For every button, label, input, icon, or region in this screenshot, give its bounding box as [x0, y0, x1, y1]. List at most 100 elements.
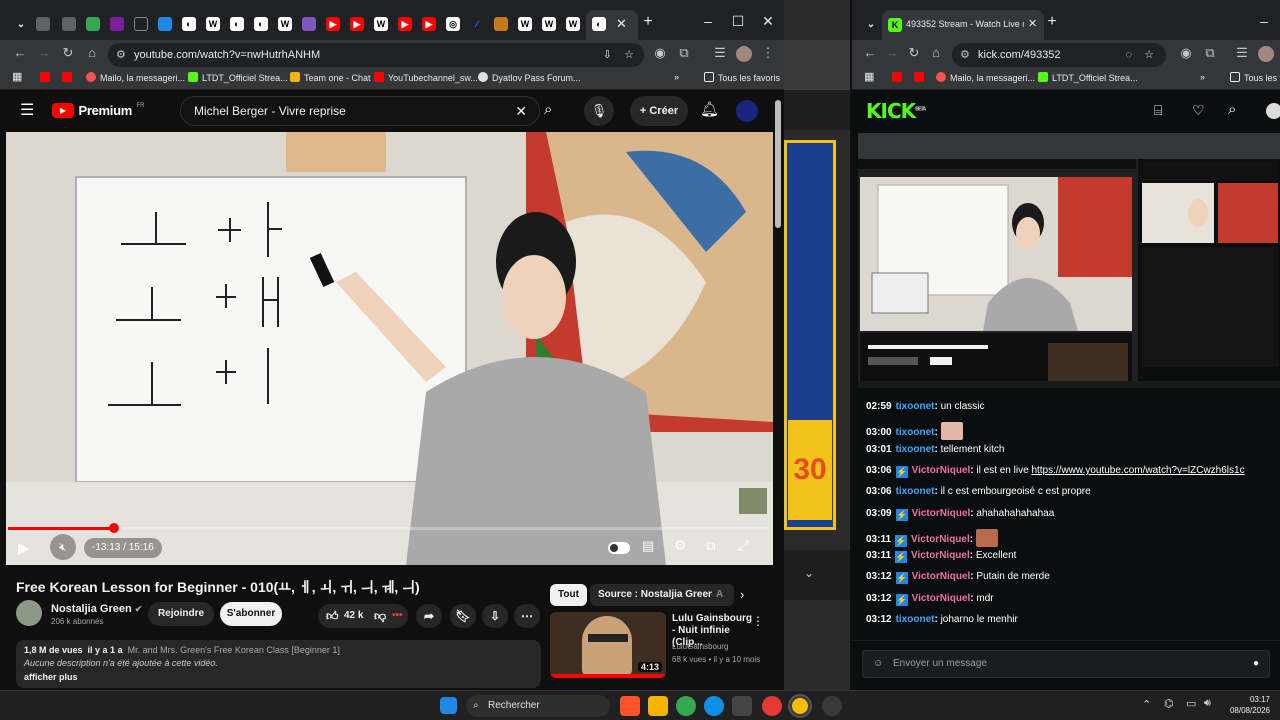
voice-search-icon[interactable]: 🎙︎: [584, 96, 614, 126]
youtube-premium-logo[interactable]: ▶ Premium FR: [52, 103, 144, 119]
back-icon[interactable]: ←: [862, 45, 878, 60]
playlist-link[interactable]: Mr. and Mrs. Green's Free Korean Class […: [128, 645, 340, 655]
description-box[interactable]: 1,8 M de vues il y a 1 a Mr. and Mrs. Gr…: [16, 640, 541, 688]
chat-username[interactable]: VictorNiquel: [912, 593, 971, 604]
rec-thumbnail[interactable]: 4:13: [550, 612, 666, 678]
bookmark-mailo[interactable]: Mailo, la messageri...: [936, 72, 1035, 83]
settings-icon[interactable]: ●: [1253, 651, 1259, 677]
tab-favicon[interactable]: ∕: [470, 17, 484, 31]
bookmark-team-one[interactable]: Team one - Chat: [290, 72, 371, 83]
video-player[interactable]: [6, 132, 773, 565]
emote-picker-icon[interactable]: ☺: [873, 651, 883, 677]
chat-username[interactable]: tixoonet: [896, 486, 935, 497]
video-progress-bar[interactable]: [8, 523, 768, 533]
search-input[interactable]: Michel Berger - Vivre reprise ✕: [180, 96, 540, 126]
volume-icon[interactable]: 🔊︎: [1204, 697, 1211, 710]
show-more-link[interactable]: afficher plus: [24, 672, 533, 682]
autoplay-toggle[interactable]: [608, 542, 630, 554]
new-tab-icon[interactable]: +: [638, 13, 658, 31]
account-avatar[interactable]: [736, 100, 758, 122]
bookmarks-overflow-icon[interactable]: »: [674, 72, 679, 82]
windows-start-icon[interactable]: [440, 697, 457, 714]
search-icon[interactable]: ⌕: [544, 101, 552, 118]
tab-favicon[interactable]: ▶: [326, 17, 340, 31]
like-icon[interactable]: 👍︎: [326, 604, 339, 628]
tab-search-icon[interactable]: ⌄: [14, 18, 28, 32]
chat-username[interactable]: tixoonet: [896, 444, 935, 455]
hamburger-menu-icon[interactable]: ☰: [20, 100, 34, 120]
extension-icon[interactable]: ◉: [1178, 45, 1194, 61]
chip-source[interactable]: Source : Nostaljia Green: [590, 584, 723, 606]
tab-favicon[interactable]: [110, 17, 124, 31]
notifications-bell-icon[interactable]: 🔔︎: [700, 100, 719, 118]
back-icon[interactable]: ←: [12, 45, 28, 60]
subtitles-icon[interactable]: ▤: [642, 538, 654, 554]
minimize-icon[interactable]: –: [698, 13, 718, 29]
install-icon[interactable]: ⇩: [603, 43, 612, 67]
bookmark-ltdt[interactable]: LTDT_Officiel Strea...: [1038, 72, 1138, 83]
media-control-icon[interactable]: ☰: [1234, 45, 1250, 61]
search-icon[interactable]: ⌕: [1228, 101, 1236, 118]
profile-avatar[interactable]: [1258, 46, 1274, 62]
apps-grid-icon[interactable]: ▦: [864, 70, 874, 83]
tab-favicon[interactable]: ◎: [446, 17, 460, 31]
chips-next-icon[interactable]: ›: [740, 587, 744, 602]
chat-username[interactable]: VictorNiquel: [912, 465, 971, 476]
tab-favicon[interactable]: W: [542, 17, 556, 31]
settings-gear-icon[interactable]: [822, 696, 842, 716]
extensions-puzzle-icon[interactable]: ⧉: [676, 45, 692, 61]
bookmark-star-icon[interactable]: ☆: [1144, 43, 1154, 67]
tray-chevron-icon[interactable]: ⌃: [1142, 698, 1151, 711]
join-button[interactable]: Rejoindre: [148, 602, 214, 626]
tab-favicon[interactable]: [62, 17, 76, 31]
chevron-down-icon[interactable]: ⌄: [804, 566, 814, 580]
bookmark-youtube[interactable]: [62, 72, 76, 83]
mute-icon[interactable]: 🔇︎: [50, 534, 76, 560]
tab-favicon[interactable]: W: [206, 17, 220, 31]
address-bar[interactable]: ⚙ youtube.com/watch?v=nwHutrhANHM ⇩ ☆: [108, 43, 644, 67]
tab-favicon[interactable]: [134, 17, 148, 31]
bookmark-youtube[interactable]: [914, 72, 928, 83]
tab-favicon[interactable]: [86, 17, 100, 31]
tab-favicon[interactable]: W: [566, 17, 580, 31]
user-avatar[interactable]: [1266, 103, 1280, 119]
store-icon[interactable]: [732, 696, 752, 716]
reload-icon[interactable]: ↻: [60, 45, 76, 61]
create-button[interactable]: + Créer: [630, 96, 688, 126]
new-tab-icon[interactable]: +: [1042, 13, 1062, 31]
minimize-icon[interactable]: –: [1254, 13, 1274, 29]
download-icon[interactable]: ⇩: [482, 604, 508, 628]
tab-favicon[interactable]: [158, 17, 172, 31]
site-info-icon[interactable]: ⚙: [960, 43, 970, 67]
chat-username[interactable]: VictorNiquel: [911, 534, 970, 545]
rec-more-icon[interactable]: ⋮: [752, 614, 764, 628]
chat-link[interactable]: https://www.youtube.com/watch?v=lZCwzh6l…: [1031, 465, 1244, 476]
play-icon[interactable]: ▶: [18, 539, 30, 557]
brave-icon[interactable]: [620, 696, 640, 716]
channel-name[interactable]: Nostaljia Green ✔: [51, 603, 142, 615]
active-tab[interactable]: K 493352 Stream - Watch Live on ✕: [882, 10, 1044, 40]
tab-favicon[interactable]: ▶: [350, 17, 364, 31]
apps-grid-icon[interactable]: ▦: [12, 70, 22, 83]
chat-username[interactable]: VictorNiquel: [912, 508, 971, 519]
more-actions-icon[interactable]: ⋯: [514, 604, 540, 628]
home-icon[interactable]: ⌂: [84, 45, 100, 60]
tab-favicon[interactable]: [494, 17, 508, 31]
chip-all[interactable]: Tout: [550, 584, 587, 606]
like-count[interactable]: 42 k: [344, 604, 363, 628]
bookmark-youtube[interactable]: [892, 72, 906, 83]
chat-username[interactable]: VictorNiquel: [911, 550, 970, 561]
rec-channel[interactable]: LuluGainsbourg: [672, 642, 728, 651]
extensions-puzzle-icon[interactable]: ⧉: [1202, 45, 1218, 61]
opera-icon[interactable]: [762, 696, 782, 716]
forward-icon[interactable]: →: [884, 45, 900, 60]
dislike-icon[interactable]: 👎︎: [374, 604, 386, 628]
extension-icon[interactable]: ◉: [652, 45, 668, 61]
display-icon[interactable]: ▭: [1186, 697, 1196, 710]
all-bookmarks[interactable]: Tous les f: [1230, 72, 1280, 83]
tab-favicon[interactable]: W: [518, 17, 532, 31]
tab-favicon[interactable]: ▶: [422, 17, 436, 31]
all-bookmarks[interactable]: Tous les favoris: [704, 72, 780, 83]
eye-off-icon[interactable]: ◌: [1125, 43, 1132, 67]
chat-username[interactable]: VictorNiquel: [912, 571, 971, 582]
